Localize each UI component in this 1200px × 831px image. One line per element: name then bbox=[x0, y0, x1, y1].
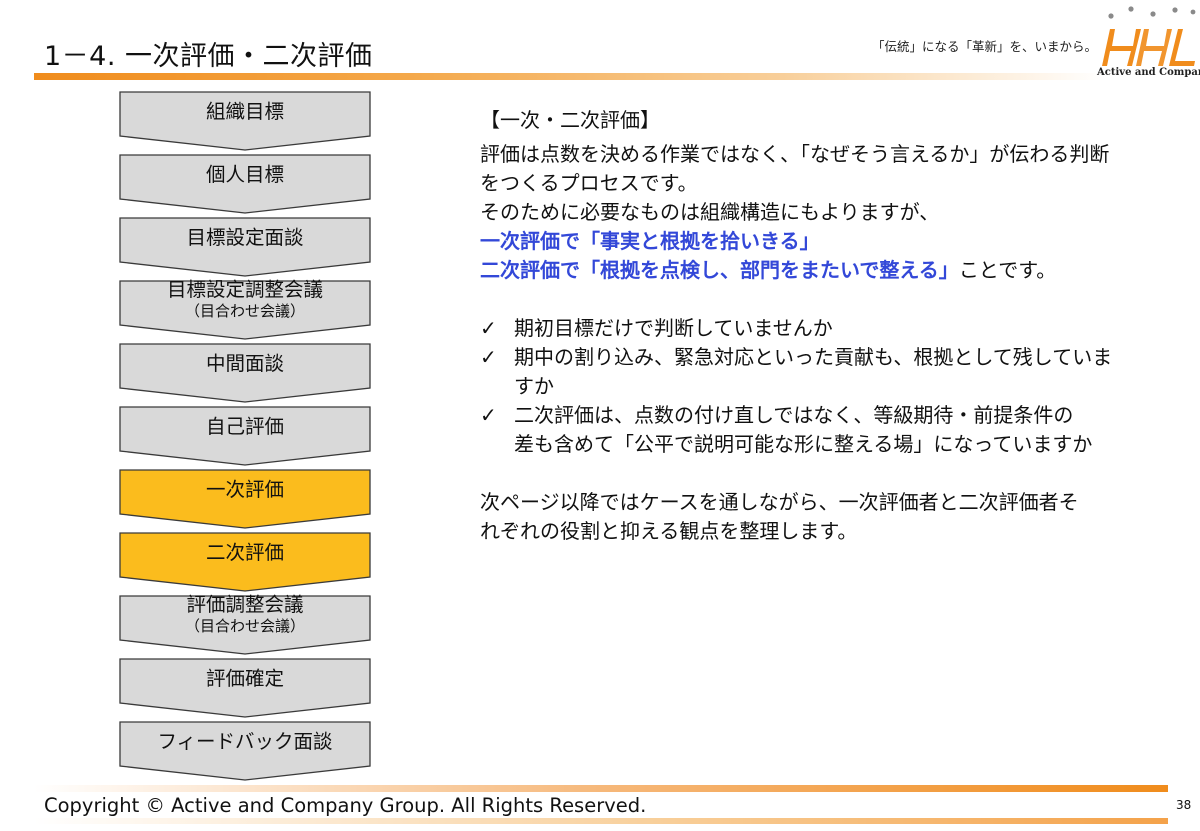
flow-step: 目標設定調整会議 （目合わせ会議） bbox=[119, 278, 371, 340]
flow-step: 一次評価 bbox=[119, 469, 371, 529]
check-icon: ✓ bbox=[480, 316, 497, 340]
intro-line-3: そのために必要なものは組織構造にもよりますが、 bbox=[480, 200, 940, 224]
closing-line-2: れぞれの役割と抑える観点を整理します。 bbox=[480, 519, 858, 543]
checklist-item-2: ✓ 期中の割り込み、緊急対応といった貢献も、根拠として残していま すか bbox=[480, 343, 1170, 401]
flow-step-sublabel: （目合わせ会議） bbox=[184, 302, 305, 320]
flow-step-label: 目標設定調整会議 bbox=[166, 278, 323, 301]
checklist-item-3: ✓ 二次評価は、点数の付け直しではなく、等級期待・前提条件の 差も含めて「公平で… bbox=[480, 401, 1170, 459]
section-heading: 【一次・二次評価】 bbox=[480, 108, 660, 132]
flow-step-label: 二次評価 bbox=[205, 541, 284, 564]
flow-step: 中間面談 bbox=[119, 343, 371, 403]
emphasis-line-2: 二次評価で「根拠を点検し、部門をまたいで整える」ことです。 bbox=[480, 256, 1170, 285]
flow-step: 評価確定 bbox=[119, 658, 371, 718]
emphasis-tail: ことです。 bbox=[958, 258, 1057, 282]
intro-line-1: 評価は点数を決める作業ではなく、「なぜそう言えるか」が伝わる判断 bbox=[480, 142, 1110, 166]
flow-step-label: 自己評価 bbox=[205, 415, 284, 438]
flow-step-label: 評価調整会議 bbox=[186, 593, 304, 616]
checklist-text: 期中の割り込み、緊急対応といった貢献も、根拠として残していま bbox=[514, 345, 1113, 369]
page-number: 38 bbox=[1176, 798, 1192, 812]
emphasis-text: 二次評価で「根拠を点検し、部門をまたいで整える」 bbox=[480, 258, 959, 282]
checklist-item-1: ✓ 期初目標だけで判断していませんか bbox=[480, 314, 1170, 343]
emphasis-line-1: 一次評価で「事実と根拠を拾いきる」 bbox=[480, 229, 820, 253]
flow-step: 個人目標 bbox=[119, 154, 371, 214]
flow-step-label: 評価確定 bbox=[205, 667, 284, 690]
flow-step-label: 一次評価 bbox=[205, 478, 284, 501]
flow-step: 自己評価 bbox=[119, 406, 371, 466]
company-tagline: 「伝統」になる「革新」を、いまから。 bbox=[872, 39, 1098, 54]
footer-bar bbox=[34, 785, 1168, 792]
flow-step-label: 個人目標 bbox=[205, 163, 284, 186]
closing-line-1: 次ページ以降ではケースを通しながら、一次評価者と二次評価者そ bbox=[480, 490, 1079, 514]
checklist-text: 二次評価は、点数の付け直しではなく、等級期待・前提条件の bbox=[514, 403, 1074, 427]
flow-step-sublabel: （目合わせ会議） bbox=[184, 617, 305, 635]
check-icon: ✓ bbox=[480, 403, 497, 427]
copyright-text: Copyright © Active and Company Group. Al… bbox=[44, 794, 647, 817]
flow-step: 二次評価 bbox=[119, 532, 371, 592]
flow-step: 評価調整会議 （目合わせ会議） bbox=[119, 593, 371, 655]
flow-step-label: 目標設定面談 bbox=[186, 226, 304, 249]
checklist-text: すか bbox=[514, 374, 554, 398]
flow-step: 組織目標 bbox=[119, 91, 371, 151]
intro-line-2: をつくるプロセスです。 bbox=[480, 171, 698, 195]
footer-bar-bottom bbox=[34, 818, 1168, 824]
main-content: 【一次・二次評価】 評価は点数を決める作業ではなく、「なぜそう言えるか」が伝わる… bbox=[480, 106, 1170, 546]
flow-step-label: 組織目標 bbox=[205, 100, 284, 123]
flow-step-label: フィードバック面談 bbox=[157, 730, 333, 753]
flow-step-label: 中間面談 bbox=[205, 352, 284, 375]
checklist-text: 期初目標だけで判断していませんか bbox=[514, 316, 833, 340]
check-icon: ✓ bbox=[480, 345, 497, 369]
flow-step: 目標設定面談 bbox=[119, 217, 371, 277]
process-flow: 組織目標 個人目標 目標設定面談 目標設定調整会議 （目合わせ会議） 中間面談 自己評価 一次… bbox=[119, 0, 371, 831]
flow-step: フィードバック面談 bbox=[119, 721, 371, 781]
checklist-text: 差も含めて「公平で説明可能な形に整える場」になっていますか bbox=[514, 432, 1093, 456]
logo-caption: Active and Company bbox=[1097, 67, 1200, 78]
